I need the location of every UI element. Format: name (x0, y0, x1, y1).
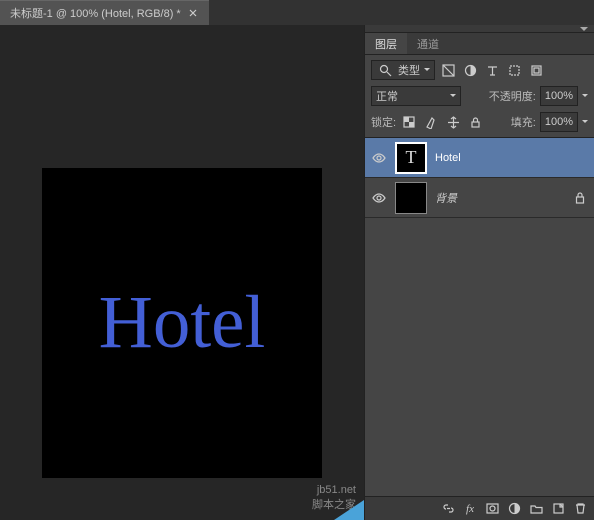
fold-corner (334, 500, 364, 520)
filter-adjustment-icon[interactable] (461, 61, 479, 79)
filter-pixel-icon[interactable] (439, 61, 457, 79)
document-tab-title: 未标题-1 @ 100% (Hotel, RGB/8) * (10, 5, 181, 21)
new-layer-icon[interactable] (548, 499, 568, 519)
filter-type-icon[interactable] (483, 61, 501, 79)
tab-channels[interactable]: 通道 (407, 33, 449, 54)
layer-mask-icon[interactable] (482, 499, 502, 519)
layer-style-icon[interactable]: fx (460, 499, 480, 519)
opacity-label: 不透明度: (489, 88, 536, 104)
layer-thumbnail-type-icon: T (395, 142, 427, 174)
filter-label: 类型 (398, 62, 420, 78)
panel-tabs: 图层 通道 (365, 33, 594, 55)
layer-row[interactable]: T Hotel (365, 138, 594, 178)
link-layers-icon[interactable] (438, 499, 458, 519)
layer-name[interactable]: Hotel (435, 152, 564, 164)
chevron-down-icon[interactable] (582, 93, 588, 99)
lock-transparency-icon[interactable] (400, 113, 418, 131)
blend-mode-value: 正常 (376, 88, 398, 104)
document-tab-bar: 未标题-1 @ 100% (Hotel, RGB/8) * (0, 0, 594, 25)
opacity-input[interactable]: 100% (540, 86, 578, 106)
lock-label: 锁定: (371, 114, 396, 130)
canvas-area: Hotel jb51.net 脚本之家 (0, 25, 364, 520)
visibility-toggle-icon[interactable] (371, 190, 387, 206)
panel-menu-icon[interactable] (365, 25, 594, 33)
blend-mode-dropdown[interactable]: 正常 (371, 86, 461, 106)
delete-layer-icon[interactable] (570, 499, 590, 519)
layer-filter-dropdown[interactable]: 类型 (371, 60, 435, 80)
filter-shape-icon[interactable] (505, 61, 523, 79)
visibility-toggle-icon[interactable] (371, 150, 387, 166)
fill-label: 填充: (511, 114, 536, 130)
canvas-text-layer: Hotel (99, 280, 266, 366)
chevron-down-icon[interactable] (582, 119, 588, 125)
layer-thumbnail (395, 182, 427, 214)
adjustment-layer-icon[interactable] (504, 499, 524, 519)
fill-input[interactable]: 100% (540, 112, 578, 132)
layers-list: T Hotel 背景 (365, 137, 594, 496)
lock-position-icon[interactable] (444, 113, 462, 131)
chevron-down-icon (450, 93, 456, 99)
document-tab[interactable]: 未标题-1 @ 100% (Hotel, RGB/8) * (0, 0, 209, 25)
search-icon (376, 61, 394, 79)
lock-all-icon[interactable] (466, 113, 484, 131)
layers-panel-footer: fx (365, 496, 594, 520)
canvas[interactable]: Hotel (42, 168, 322, 478)
layer-name[interactable]: 背景 (435, 190, 564, 206)
lock-icon (572, 192, 588, 204)
lock-pixels-icon[interactable] (422, 113, 440, 131)
chevron-down-icon (424, 67, 430, 73)
filter-smartobject-icon[interactable] (527, 61, 545, 79)
layer-row[interactable]: 背景 (365, 178, 594, 218)
group-icon[interactable] (526, 499, 546, 519)
close-tab-icon[interactable] (187, 7, 199, 19)
tab-layers[interactable]: 图层 (365, 33, 407, 54)
